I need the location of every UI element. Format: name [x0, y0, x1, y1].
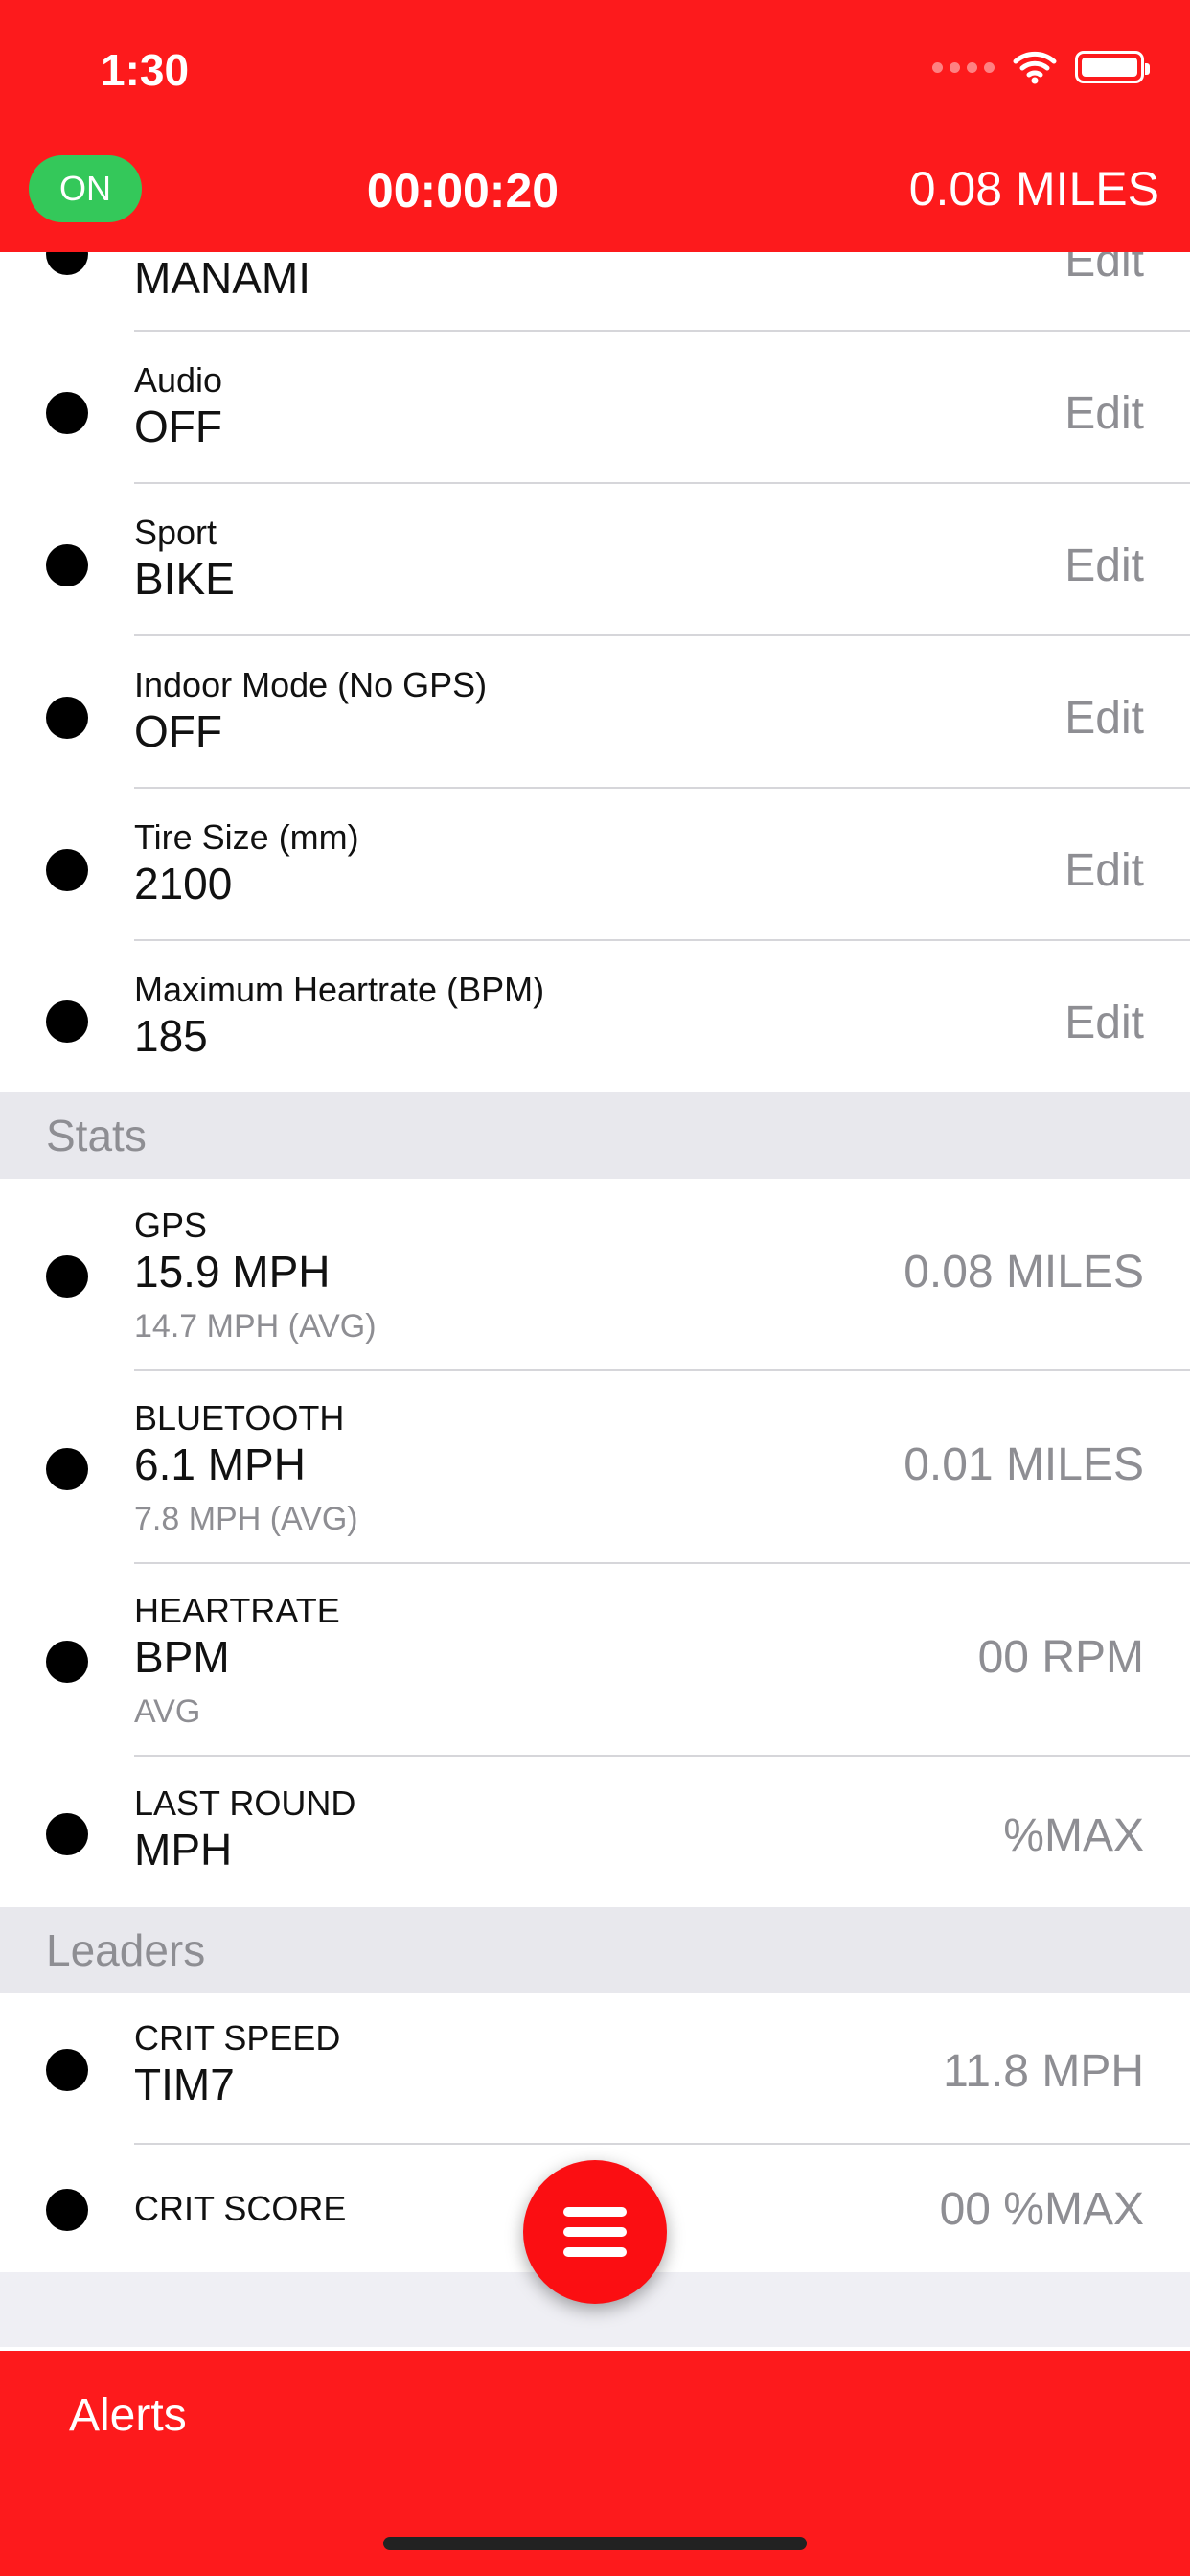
list-item[interactable]: Sport BIKE Edit [0, 484, 1190, 636]
item-value: 2100 [134, 859, 233, 908]
list-item[interactable]: Tire Size (mm) 2100 Edit [0, 789, 1190, 941]
edit-button[interactable]: Edit [1064, 540, 1144, 592]
item-label: Sport [134, 513, 217, 552]
alerts-button[interactable]: Alerts [69, 2389, 187, 2442]
list-item[interactable]: Indoor Mode (No GPS) OFF Edit [0, 636, 1190, 789]
bullet-icon [46, 697, 88, 739]
bullet-icon [46, 2049, 88, 2091]
bullet-icon [46, 544, 88, 586]
bullet-icon [46, 1255, 88, 1298]
status-icons [932, 50, 1150, 84]
leaders-section-header: Leaders [0, 1907, 1190, 1993]
bullet-icon [46, 1000, 88, 1043]
stat-row-gps[interactable]: GPS 15.9 MPH 14.7 MPH (AVG) 0.08 MILES [0, 1179, 1190, 1371]
item-value: OFF [134, 402, 222, 451]
item-value: BPM [134, 1632, 230, 1682]
leader-row-crit-speed[interactable]: CRIT SPEED TIM7 11.8 MPH [0, 1993, 1190, 2145]
item-label: CRIT SCORE [134, 2189, 347, 2228]
item-label: LAST ROUND [134, 1783, 356, 1823]
stat-row-last-round[interactable]: LAST ROUND MPH %MAX [0, 1757, 1190, 1907]
edit-button[interactable]: Edit [1064, 997, 1144, 1049]
menu-button[interactable] [523, 2160, 667, 2304]
item-label: Maximum Heartrate (BPM) [134, 970, 545, 1009]
bullet-icon [46, 392, 88, 434]
item-value: MANAMI [134, 253, 310, 303]
item-cadence: 00 RPM [977, 1632, 1144, 1683]
item-value: MPH [134, 1825, 233, 1874]
item-value: 185 [134, 1011, 208, 1061]
header-bar: 1:30 ON 00:00:20 0.08 MILES [0, 0, 1190, 252]
edit-button[interactable]: Edit [1064, 387, 1144, 440]
cellular-signal-icon [932, 61, 995, 73]
item-label: HEARTRATE [134, 1591, 340, 1630]
home-indicator[interactable] [383, 2537, 807, 2550]
item-label: Indoor Mode (No GPS) [134, 665, 488, 704]
item-average: 7.8 MPH (AVG) [134, 1501, 358, 1537]
item-score: 00 %MAX [939, 2184, 1144, 2235]
hamburger-icon [563, 2207, 627, 2257]
item-average: 14.7 MPH (AVG) [134, 1308, 377, 1345]
item-label: Audio [134, 360, 223, 400]
bullet-icon [46, 1448, 88, 1490]
item-label: GPS [134, 1206, 208, 1245]
wifi-icon [1013, 51, 1057, 84]
item-label: BLUETOOTH [134, 1398, 345, 1438]
item-label: Tire Size (mm) [134, 817, 359, 857]
item-speed: 11.8 MPH [943, 2046, 1144, 2097]
total-distance: 0.08 MILES [908, 162, 1159, 216]
item-distance: 0.08 MILES [904, 1247, 1144, 1298]
list-item[interactable]: Audio OFF Edit [0, 332, 1190, 484]
item-average: AVG [134, 1693, 201, 1730]
bullet-icon [46, 1641, 88, 1683]
battery-icon [1075, 51, 1150, 83]
edit-button[interactable]: Edit [1064, 692, 1144, 745]
item-value: OFF [134, 706, 222, 756]
elapsed-timer: 00:00:20 [366, 164, 560, 218]
screen: 1:30 ON 00:00:20 0.08 MILES MANAMI Edit [0, 0, 1190, 2576]
bullet-icon [46, 2189, 88, 2231]
item-label: CRIT SPEED [134, 2018, 341, 2058]
stats-section-header: Stats [0, 1092, 1190, 1179]
stat-row-bluetooth[interactable]: BLUETOOTH 6.1 MPH 7.8 MPH (AVG) 0.01 MIL… [0, 1371, 1190, 1564]
status-time: 1:30 [101, 45, 190, 95]
settings-list[interactable]: MANAMI Edit Audio OFF Edit Sport BIKE Ed… [0, 233, 1190, 2347]
item-value: 15.9 MPH [134, 1247, 331, 1297]
list-item[interactable]: Maximum Heartrate (BPM) 185 Edit [0, 941, 1190, 1092]
list-item[interactable]: MANAMI Edit [0, 233, 1190, 332]
item-percent-max: %MAX [1003, 1810, 1144, 1861]
item-distance: 0.01 MILES [904, 1439, 1144, 1490]
bullet-icon [46, 849, 88, 891]
stat-row-heartrate[interactable]: HEARTRATE BPM AVG 00 RPM [0, 1564, 1190, 1757]
edit-button[interactable]: Edit [1064, 844, 1144, 897]
item-value: BIKE [134, 554, 235, 604]
bullet-icon [46, 1813, 88, 1855]
item-value: 6.1 MPH [134, 1439, 306, 1489]
item-value: TIM7 [134, 2059, 235, 2109]
